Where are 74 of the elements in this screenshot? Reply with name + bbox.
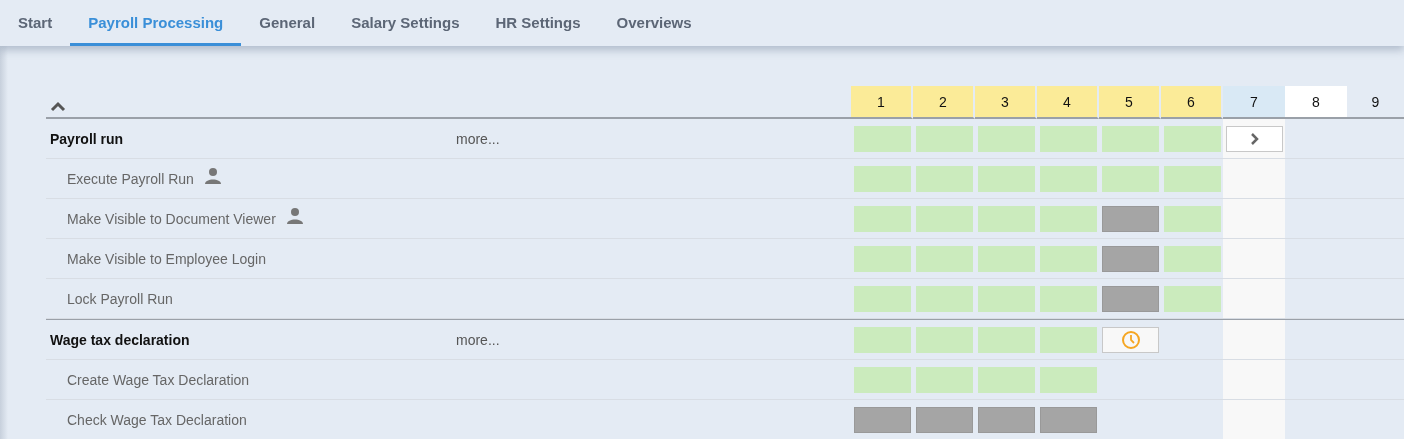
status-block [854,366,911,393]
more-link[interactable]: more... [456,331,500,348]
month-header[interactable]: 6 [1161,86,1223,119]
status-block [1164,125,1221,152]
status-block [978,406,1035,433]
task-label: Lock Payroll Run [66,290,173,307]
task-label: Make Visible to Document Viewer [66,210,276,227]
status-block [978,165,1035,192]
tab[interactable]: HR Settings [477,0,599,46]
status-block [1040,285,1097,312]
more-link[interactable]: more... [456,130,500,147]
group-title: Wage tax declaration [50,331,191,348]
month-header[interactable]: 1 [851,86,913,119]
tab[interactable]: Overviews [598,0,710,46]
month-header[interactable]: 7 [1223,86,1285,119]
status-block [978,366,1035,393]
task-label: Check Wage Tax Declaration [66,411,247,428]
month-header[interactable]: 4 [1037,86,1099,119]
status-block [916,125,973,152]
status-block [1040,366,1097,393]
status-block [916,285,973,312]
month-header[interactable]: 8 [1285,86,1347,119]
status-block [1040,406,1097,433]
task-label: Execute Payroll Run [66,170,194,187]
status-block [978,205,1035,232]
status-block [854,245,911,272]
month-header[interactable]: 2 [913,86,975,119]
status-block [916,245,973,272]
status-block [854,165,911,192]
status-block [1040,165,1097,192]
clock-button[interactable] [1102,326,1159,353]
status-block [1040,245,1097,272]
task-label: Create Wage Tax Declaration [66,371,250,388]
status-block [978,285,1035,312]
status-block [854,406,911,433]
status-block [1102,165,1159,192]
next-button[interactable] [1226,125,1283,152]
status-block [1164,205,1221,232]
status-block [916,366,973,393]
status-block [1164,165,1221,192]
status-block [1040,205,1097,232]
status-block [854,205,911,232]
task-label: Make Visible to Employee Login [66,250,266,267]
status-block [1102,125,1159,152]
status-block [916,205,973,232]
status-block [854,125,911,152]
person-icon [203,166,222,185]
tab[interactable]: General [241,0,334,46]
person-icon [285,206,304,225]
status-block [978,326,1035,353]
status-block [1164,285,1221,312]
status-block [1102,285,1159,312]
tab[interactable]: Salary Settings [333,0,478,46]
status-block [854,285,911,312]
status-block [916,326,973,353]
group-title: Payroll run [50,130,125,147]
status-block [916,406,973,433]
clock-icon [1120,329,1141,350]
month-header[interactable]: 3 [975,86,1037,119]
status-block [978,245,1035,272]
status-block [854,326,911,353]
month-header[interactable]: 9 [1347,86,1404,119]
collapse-icon[interactable] [50,99,66,112]
status-block [1164,245,1221,272]
status-block [1102,245,1159,272]
current-month-cell [1223,400,1285,439]
status-block [978,125,1035,152]
status-block [1040,326,1097,353]
status-block [1040,125,1097,152]
status-block [1102,205,1159,232]
chevron-right-icon [1249,131,1260,146]
tab[interactable]: Start [0,0,71,46]
status-block [916,165,973,192]
month-header[interactable]: 5 [1099,86,1161,119]
